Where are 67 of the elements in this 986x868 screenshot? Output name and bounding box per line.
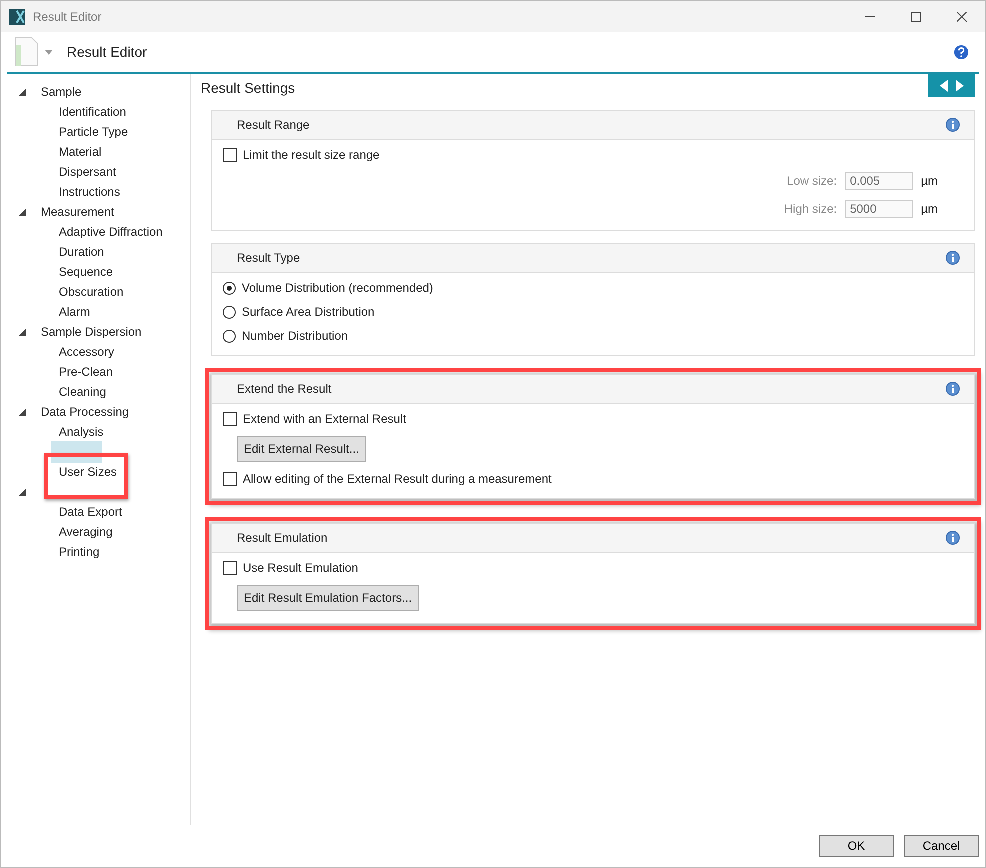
- tree-item[interactable]: Alarm: [59, 303, 90, 321]
- panel-title: Result Emulation: [237, 531, 328, 545]
- field-label: Low size:: [787, 174, 838, 188]
- page-title: Result Settings: [201, 80, 296, 96]
- edit-button[interactable]: Edit External Result...: [237, 436, 366, 462]
- expander-icon[interactable]: [19, 88, 26, 96]
- tree-group-label[interactable]: Data Processing: [41, 405, 130, 419]
- info-icon[interactable]: [946, 531, 960, 545]
- next-icon[interactable]: [956, 80, 964, 92]
- tree-item[interactable]: Sequence: [59, 263, 114, 281]
- tree-item[interactable]: Obscuration: [59, 283, 124, 301]
- tree-item[interactable]: Instructions: [59, 183, 120, 201]
- panel-title: Extend the Result: [237, 382, 332, 396]
- dropdown-caret-icon[interactable]: [45, 50, 53, 54]
- field-label: High size:: [784, 202, 838, 216]
- previous-icon[interactable]: [940, 80, 948, 92]
- checkbox[interactable]: [223, 148, 237, 162]
- tree-item[interactable]: Material: [59, 143, 102, 161]
- unit-label: µm: [921, 202, 938, 216]
- app-logo-icon: [9, 8, 25, 24]
- checkbox[interactable]: [223, 412, 237, 426]
- expander-icon[interactable]: [19, 488, 26, 496]
- close-icon[interactable]: [957, 12, 967, 22]
- tree-group-label[interactable]: Measurement: [41, 205, 114, 219]
- radio-label: Number Distribution: [242, 329, 348, 343]
- window-title: Result Editor: [33, 10, 102, 24]
- radio-button[interactable]: [223, 282, 236, 294]
- tree-item[interactable]: Duration: [59, 243, 104, 261]
- tree-item[interactable]: Pre-Clean: [59, 363, 114, 381]
- info-icon[interactable]: [946, 118, 960, 132]
- dialog-button[interactable]: Cancel: [904, 835, 979, 857]
- tree-item[interactable]: Dispersant: [59, 163, 116, 181]
- dialog-button[interactable]: OK: [819, 835, 894, 857]
- panel-title: Result Type: [237, 251, 300, 265]
- checkbox-label: Extend with an External Result: [243, 412, 406, 426]
- tree-item[interactable]: Cleaning: [59, 383, 106, 401]
- checkbox[interactable]: [223, 561, 237, 575]
- panel-title: Result Range: [237, 118, 310, 132]
- expander-icon[interactable]: [19, 408, 26, 416]
- radio-button[interactable]: [223, 330, 236, 342]
- checkbox-label: Limit the result size range: [243, 148, 380, 162]
- checkbox-label: Allow editing of the External Result during a measurement: [243, 472, 552, 486]
- expander-icon[interactable]: [19, 208, 26, 216]
- maximize-icon[interactable]: [911, 12, 921, 22]
- radio-button[interactable]: [223, 306, 236, 318]
- radio-label: Surface Area Distribution: [242, 305, 375, 319]
- editor-title: Result Editor: [67, 44, 148, 60]
- unit-label: µm: [921, 174, 938, 188]
- tree-item[interactable]: Averaging: [59, 523, 113, 541]
- checkbox-label: Use Result Emulation: [243, 561, 358, 575]
- edit-button[interactable]: Edit Result Emulation Factors...: [237, 585, 420, 611]
- help-icon[interactable]: [954, 44, 969, 60]
- info-icon[interactable]: [946, 251, 960, 265]
- info-icon[interactable]: [946, 382, 960, 396]
- tree-item[interactable]: User Sizes: [59, 463, 118, 481]
- tree-item[interactable]: Particle Type: [59, 123, 128, 141]
- tree-item[interactable]: Accessory: [59, 343, 114, 361]
- tree-group-label[interactable]: Sample Dispersion: [41, 325, 142, 339]
- tree-group-label[interactable]: Sample: [41, 85, 82, 99]
- tree-item[interactable]: Printing: [59, 543, 100, 561]
- expander-icon[interactable]: [19, 328, 26, 336]
- tree-item[interactable]: Analysis: [59, 423, 104, 441]
- tree-item[interactable]: Adaptive Diffraction: [59, 223, 163, 241]
- tree-item[interactable]: Data Export: [59, 503, 122, 521]
- tree-item[interactable]: Identification: [59, 103, 126, 121]
- checkbox[interactable]: [223, 472, 237, 486]
- radio-label: Volume Distribution (recommended): [242, 281, 434, 295]
